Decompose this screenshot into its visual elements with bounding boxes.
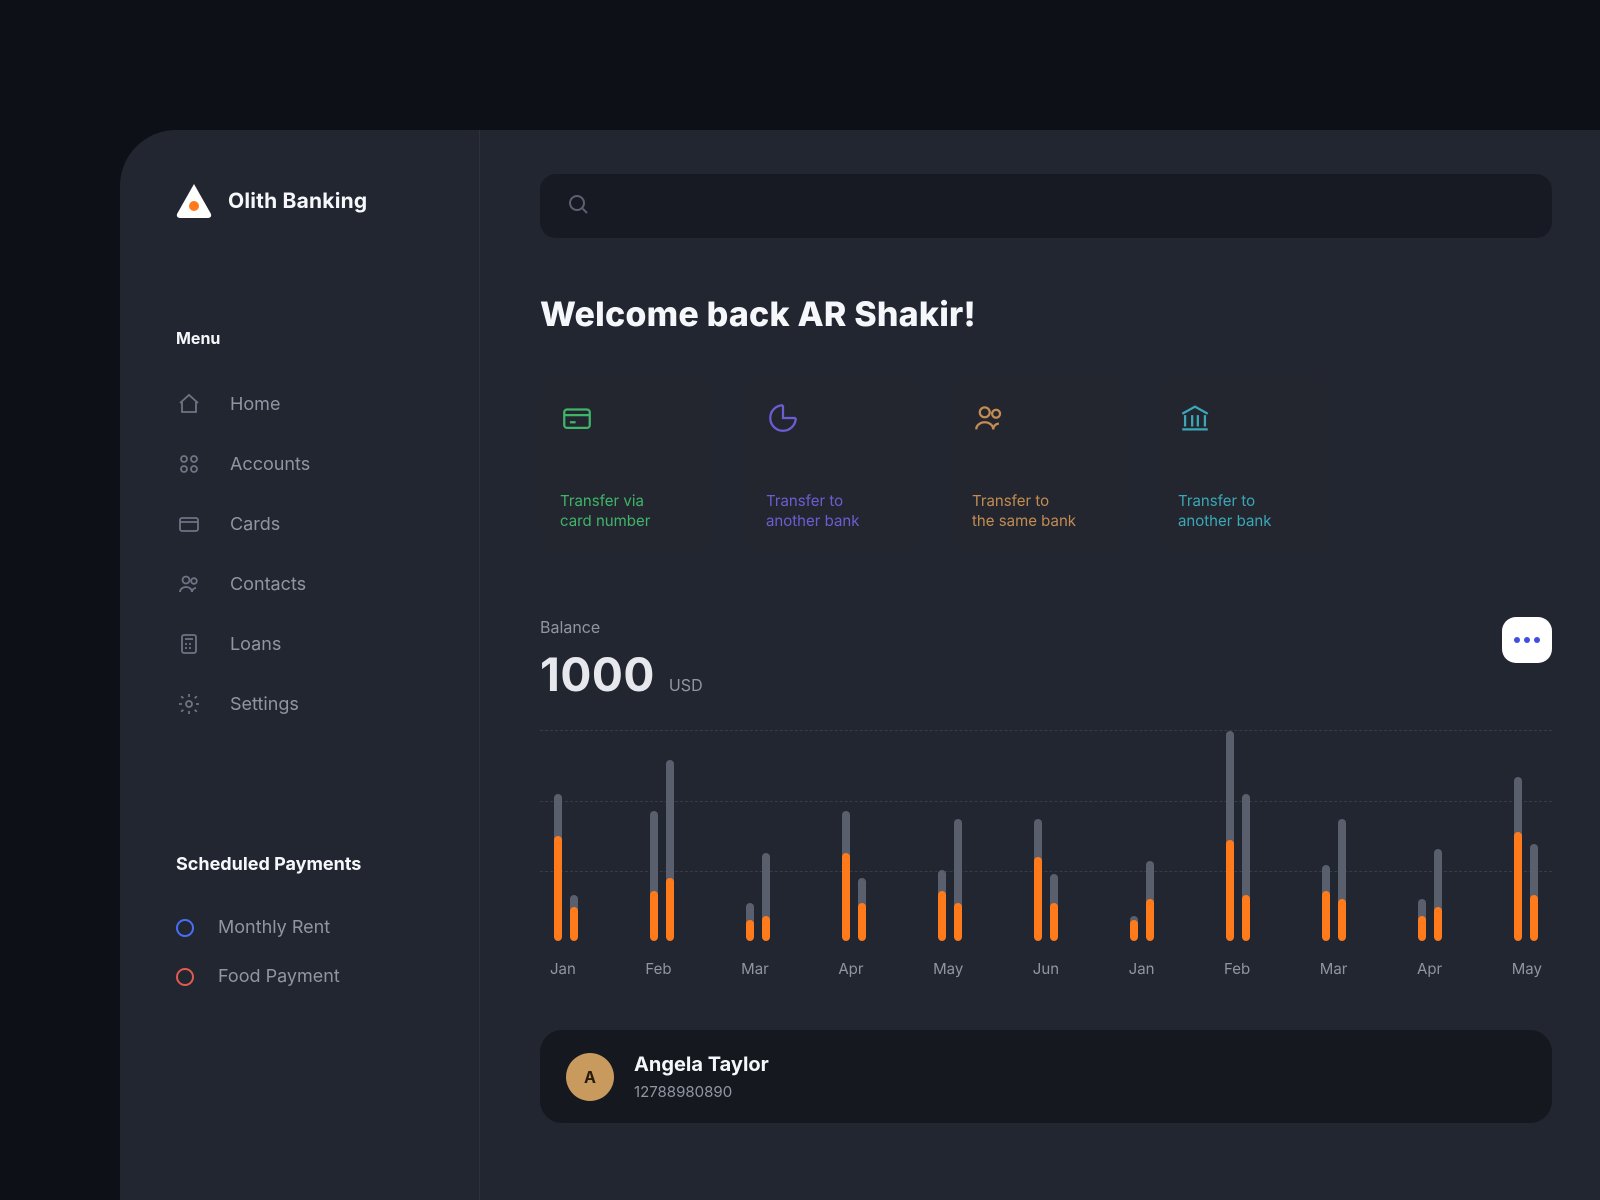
action-tiles: Transfer viacard number Transfer toanoth… [540,377,1552,553]
brand-logo-icon [176,184,212,218]
scheduled-item-label: Food Payment [218,966,340,987]
chart-x-tick: Feb [1224,959,1250,978]
chart-x-tick: Apr [838,959,863,978]
scheduled-item-food[interactable]: Food Payment [176,952,435,1001]
chart-column [938,819,962,941]
tile-transfer-other-bank[interactable]: Transfer toanother bank [746,377,918,553]
chart-x-tick: Jun [1033,959,1059,978]
tile-transfer-card[interactable]: Transfer viacard number [540,377,712,553]
chart-column [650,760,674,941]
sidebar-item-cards[interactable]: Cards [176,494,435,554]
chart-column [1322,819,1346,941]
more-button[interactable] [1502,617,1552,663]
search-icon [566,192,590,220]
status-dot-icon [176,919,194,937]
sidebar-item-label: Home [230,394,280,415]
app-shell: Olith Banking Menu Home Accounts [120,130,1600,1200]
chart-x-tick: May [933,959,963,978]
sidebar: Olith Banking Menu Home Accounts [120,130,480,1200]
menu-heading: Menu [176,328,435,348]
bank-icon [1178,401,1310,439]
tile-transfer-same-bank[interactable]: Transfer tothe same bank [952,377,1124,553]
scheduled-item-rent[interactable]: Monthly Rent [176,903,435,952]
tile-label: Transfer toanother bank [1178,491,1310,532]
chart-column [1130,861,1154,941]
chart-x-tick: Feb [645,959,671,978]
balance-label: Balance [540,617,703,637]
sidebar-item-label: Accounts [230,454,310,475]
chart-x-axis: Jan Feb Mar Apr May Jun Jan Feb Mar Apr May [540,941,1552,978]
chart-column [554,794,578,941]
card-icon [176,511,202,537]
gear-icon [176,691,202,717]
chart-x-tick: Jan [550,959,576,978]
page-title: Welcome back AR Shakir! [540,294,1552,335]
brand-name: Olith Banking [228,189,367,214]
contact-card[interactable]: A Angela Taylor 12788980890 [540,1030,1552,1123]
chart-column [1034,819,1058,941]
balance-section: Balance 1000 USD Jan Feb Mar Apr May Jun Jan Fe… [540,617,1552,978]
scheduled-item-label: Monthly Rent [218,917,330,938]
tile-label: Transfer tothe same bank [972,491,1104,532]
chart-column [746,853,770,941]
users-icon [972,401,1104,439]
chart-column [1418,849,1442,941]
sidebar-item-settings[interactable]: Settings [176,674,435,734]
tile-label: Transfer viacard number [560,491,692,532]
sidebar-item-loans[interactable]: Loans [176,614,435,674]
grid-icon [176,451,202,477]
sidebar-item-home[interactable]: Home [176,374,435,434]
chart-x-tick: Mar [1320,959,1348,978]
avatar: A [566,1053,614,1101]
search-bar[interactable] [540,174,1552,238]
sidebar-item-label: Loans [230,634,281,655]
chart-x-tick: Jan [1129,959,1155,978]
search-input[interactable] [606,196,1526,217]
users-icon [176,571,202,597]
chart-x-tick: Apr [1417,959,1442,978]
balance-chart [540,731,1552,941]
sidebar-item-label: Settings [230,694,299,715]
sidebar-item-label: Contacts [230,574,306,595]
scheduled-heading: Scheduled Payments [176,854,435,875]
brand[interactable]: Olith Banking [176,184,435,218]
sidebar-nav: Home Accounts Cards [176,374,435,734]
pie-icon [766,401,898,439]
chart-column [842,811,866,941]
chart-x-tick: Mar [741,959,769,978]
balance-value: 1000 [540,647,655,703]
chart-column [1226,731,1250,941]
home-icon [176,391,202,417]
balance-currency: USD [669,675,703,695]
calculator-icon [176,631,202,657]
sidebar-item-contacts[interactable]: Contacts [176,554,435,614]
card-icon [560,401,692,439]
status-dot-icon [176,968,194,986]
main: Welcome back AR Shakir! Transfer viacard… [480,130,1600,1200]
chart-column [1514,777,1538,941]
sidebar-item-label: Cards [230,514,280,535]
tile-label: Transfer toanother bank [766,491,898,532]
sidebar-item-accounts[interactable]: Accounts [176,434,435,494]
contact-name: Angela Taylor [634,1052,769,1076]
chart-x-tick: May [1512,959,1542,978]
tile-transfer-bank[interactable]: Transfer toanother bank [1158,377,1330,553]
contact-number: 12788980890 [634,1082,769,1101]
